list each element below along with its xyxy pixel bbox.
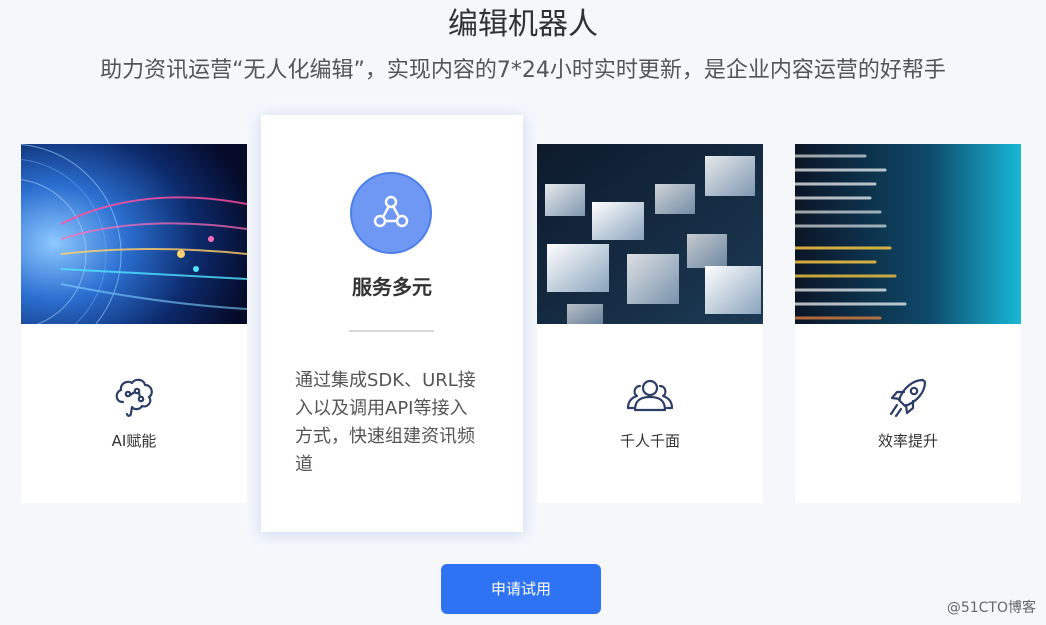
feature-title: 服务多元	[352, 275, 432, 299]
brain-icon	[109, 372, 159, 422]
feature-description-line: 通过集成SDK、URL接	[295, 370, 476, 391]
card-ai[interactable]: AI赋能	[21, 144, 247, 503]
card-label: 千人千面	[619, 432, 680, 450]
apply-trial-button[interactable]: 申请试用	[441, 564, 601, 614]
feature-description-line: 方式，快速组建资讯频	[295, 426, 475, 447]
feature-icon-circle	[350, 172, 432, 254]
feature-description: 通过集成SDK、URL接 入以及调用API等接入 方式，快速组建资讯频 道	[295, 367, 491, 479]
page-subtitle: 助力资讯运营“无人化编辑”，实现内容的7*24小时实时更新，是企业内容运营的好帮…	[100, 58, 946, 83]
code-image	[795, 144, 1021, 324]
card-label: AI赋能	[111, 432, 157, 450]
card-efficiency[interactable]: 效率提升	[795, 144, 1021, 503]
rocket-icon	[883, 372, 933, 422]
feature-card[interactable]: 服务多元 通过集成SDK、URL接 入以及调用API等接入 方式，快速组建资讯频…	[261, 115, 523, 532]
card-personalization[interactable]: 千人千面	[537, 144, 763, 503]
page-title: 编辑机器人	[448, 7, 598, 42]
watermark: @51CTO博客	[946, 600, 1036, 616]
card-label: 效率提升	[877, 432, 938, 450]
screens-image	[537, 144, 763, 324]
feature-description-line: 道	[295, 454, 313, 475]
feature-description-line: 入以及调用API等接入	[295, 398, 468, 419]
tech-sphere-image	[21, 144, 247, 324]
share-nodes-icon	[373, 195, 409, 228]
users-icon	[625, 372, 675, 422]
feature-divider	[349, 330, 434, 332]
page: 编辑机器人 助力资讯运营“无人化编辑”，实现内容的7*24小时实时更新，是企业内…	[0, 0, 1046, 625]
